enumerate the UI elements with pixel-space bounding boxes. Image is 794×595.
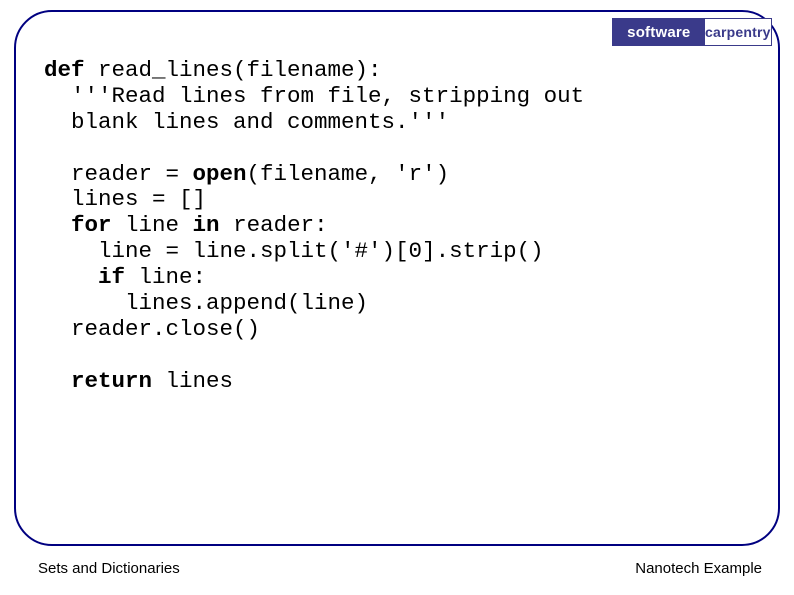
code-l8c: line: (125, 264, 206, 290)
kw-def: def (44, 57, 85, 83)
code-l5: lines = [] (44, 186, 206, 212)
code-l10: reader.close() (44, 316, 260, 342)
logo-left: software (613, 19, 705, 45)
code-l4c: (filename, 'r') (247, 161, 450, 187)
kw-open: open (193, 161, 247, 187)
code-l11c: lines (152, 368, 233, 394)
code-l6a (44, 212, 71, 238)
logo-right: carpentry (705, 19, 771, 45)
code-l11a (44, 368, 71, 394)
code-l7: line = line.split('#')[0].strip() (44, 238, 544, 264)
footer-right: Nanotech Example (635, 560, 762, 577)
footer-left: Sets and Dictionaries (38, 560, 180, 577)
software-carpentry-logo: software carpentry (612, 18, 772, 46)
code-l1: read_lines(filename): (85, 57, 382, 83)
code-l2: '''Read lines from file, stripping out (44, 83, 584, 109)
code-l3: blank lines and comments.''' (44, 109, 449, 135)
code-l6e: reader: (220, 212, 328, 238)
kw-in: in (193, 212, 220, 238)
kw-for: for (71, 212, 112, 238)
kw-return: return (71, 368, 152, 394)
code-l8a (44, 264, 98, 290)
slide: software carpentry def read_lines(filena… (0, 0, 794, 595)
code-block: def read_lines(filename): '''Read lines … (44, 58, 584, 394)
code-l6c: line (112, 212, 193, 238)
code-l4a: reader = (44, 161, 193, 187)
code-l9: lines.append(line) (44, 290, 368, 316)
kw-if: if (98, 264, 125, 290)
